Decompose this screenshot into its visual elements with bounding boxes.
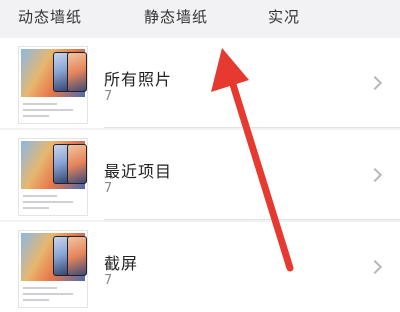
album-thumbnail: [18, 138, 88, 216]
album-row-screenshots[interactable]: 截屏 7: [0, 222, 400, 312]
album-count: 7: [104, 89, 113, 104]
tab-dynamic-wallpaper[interactable]: 动态墙纸: [18, 6, 82, 27]
album-title: 截屏: [104, 254, 139, 273]
album-title: 最近项目: [104, 162, 173, 181]
album-count: 7: [104, 181, 113, 196]
album-row-all-photos[interactable]: 所有照片 7: [0, 38, 400, 128]
album-title: 所有照片: [104, 70, 173, 89]
album-count: 7: [104, 273, 113, 288]
album-thumbnail: [18, 46, 88, 124]
tab-static-wallpaper[interactable]: 静态墙纸: [144, 6, 208, 27]
album-thumbnail: [18, 230, 88, 308]
tab-live[interactable]: 实况: [268, 6, 300, 27]
chevron-right-icon: [367, 259, 383, 275]
chevron-right-icon: [367, 167, 383, 183]
chevron-right-icon: [367, 75, 383, 91]
wallpaper-tabs: 动态墙纸 静态墙纸 实况: [0, 0, 400, 36]
album-row-recent-items[interactable]: 最近项目 7: [0, 130, 400, 220]
